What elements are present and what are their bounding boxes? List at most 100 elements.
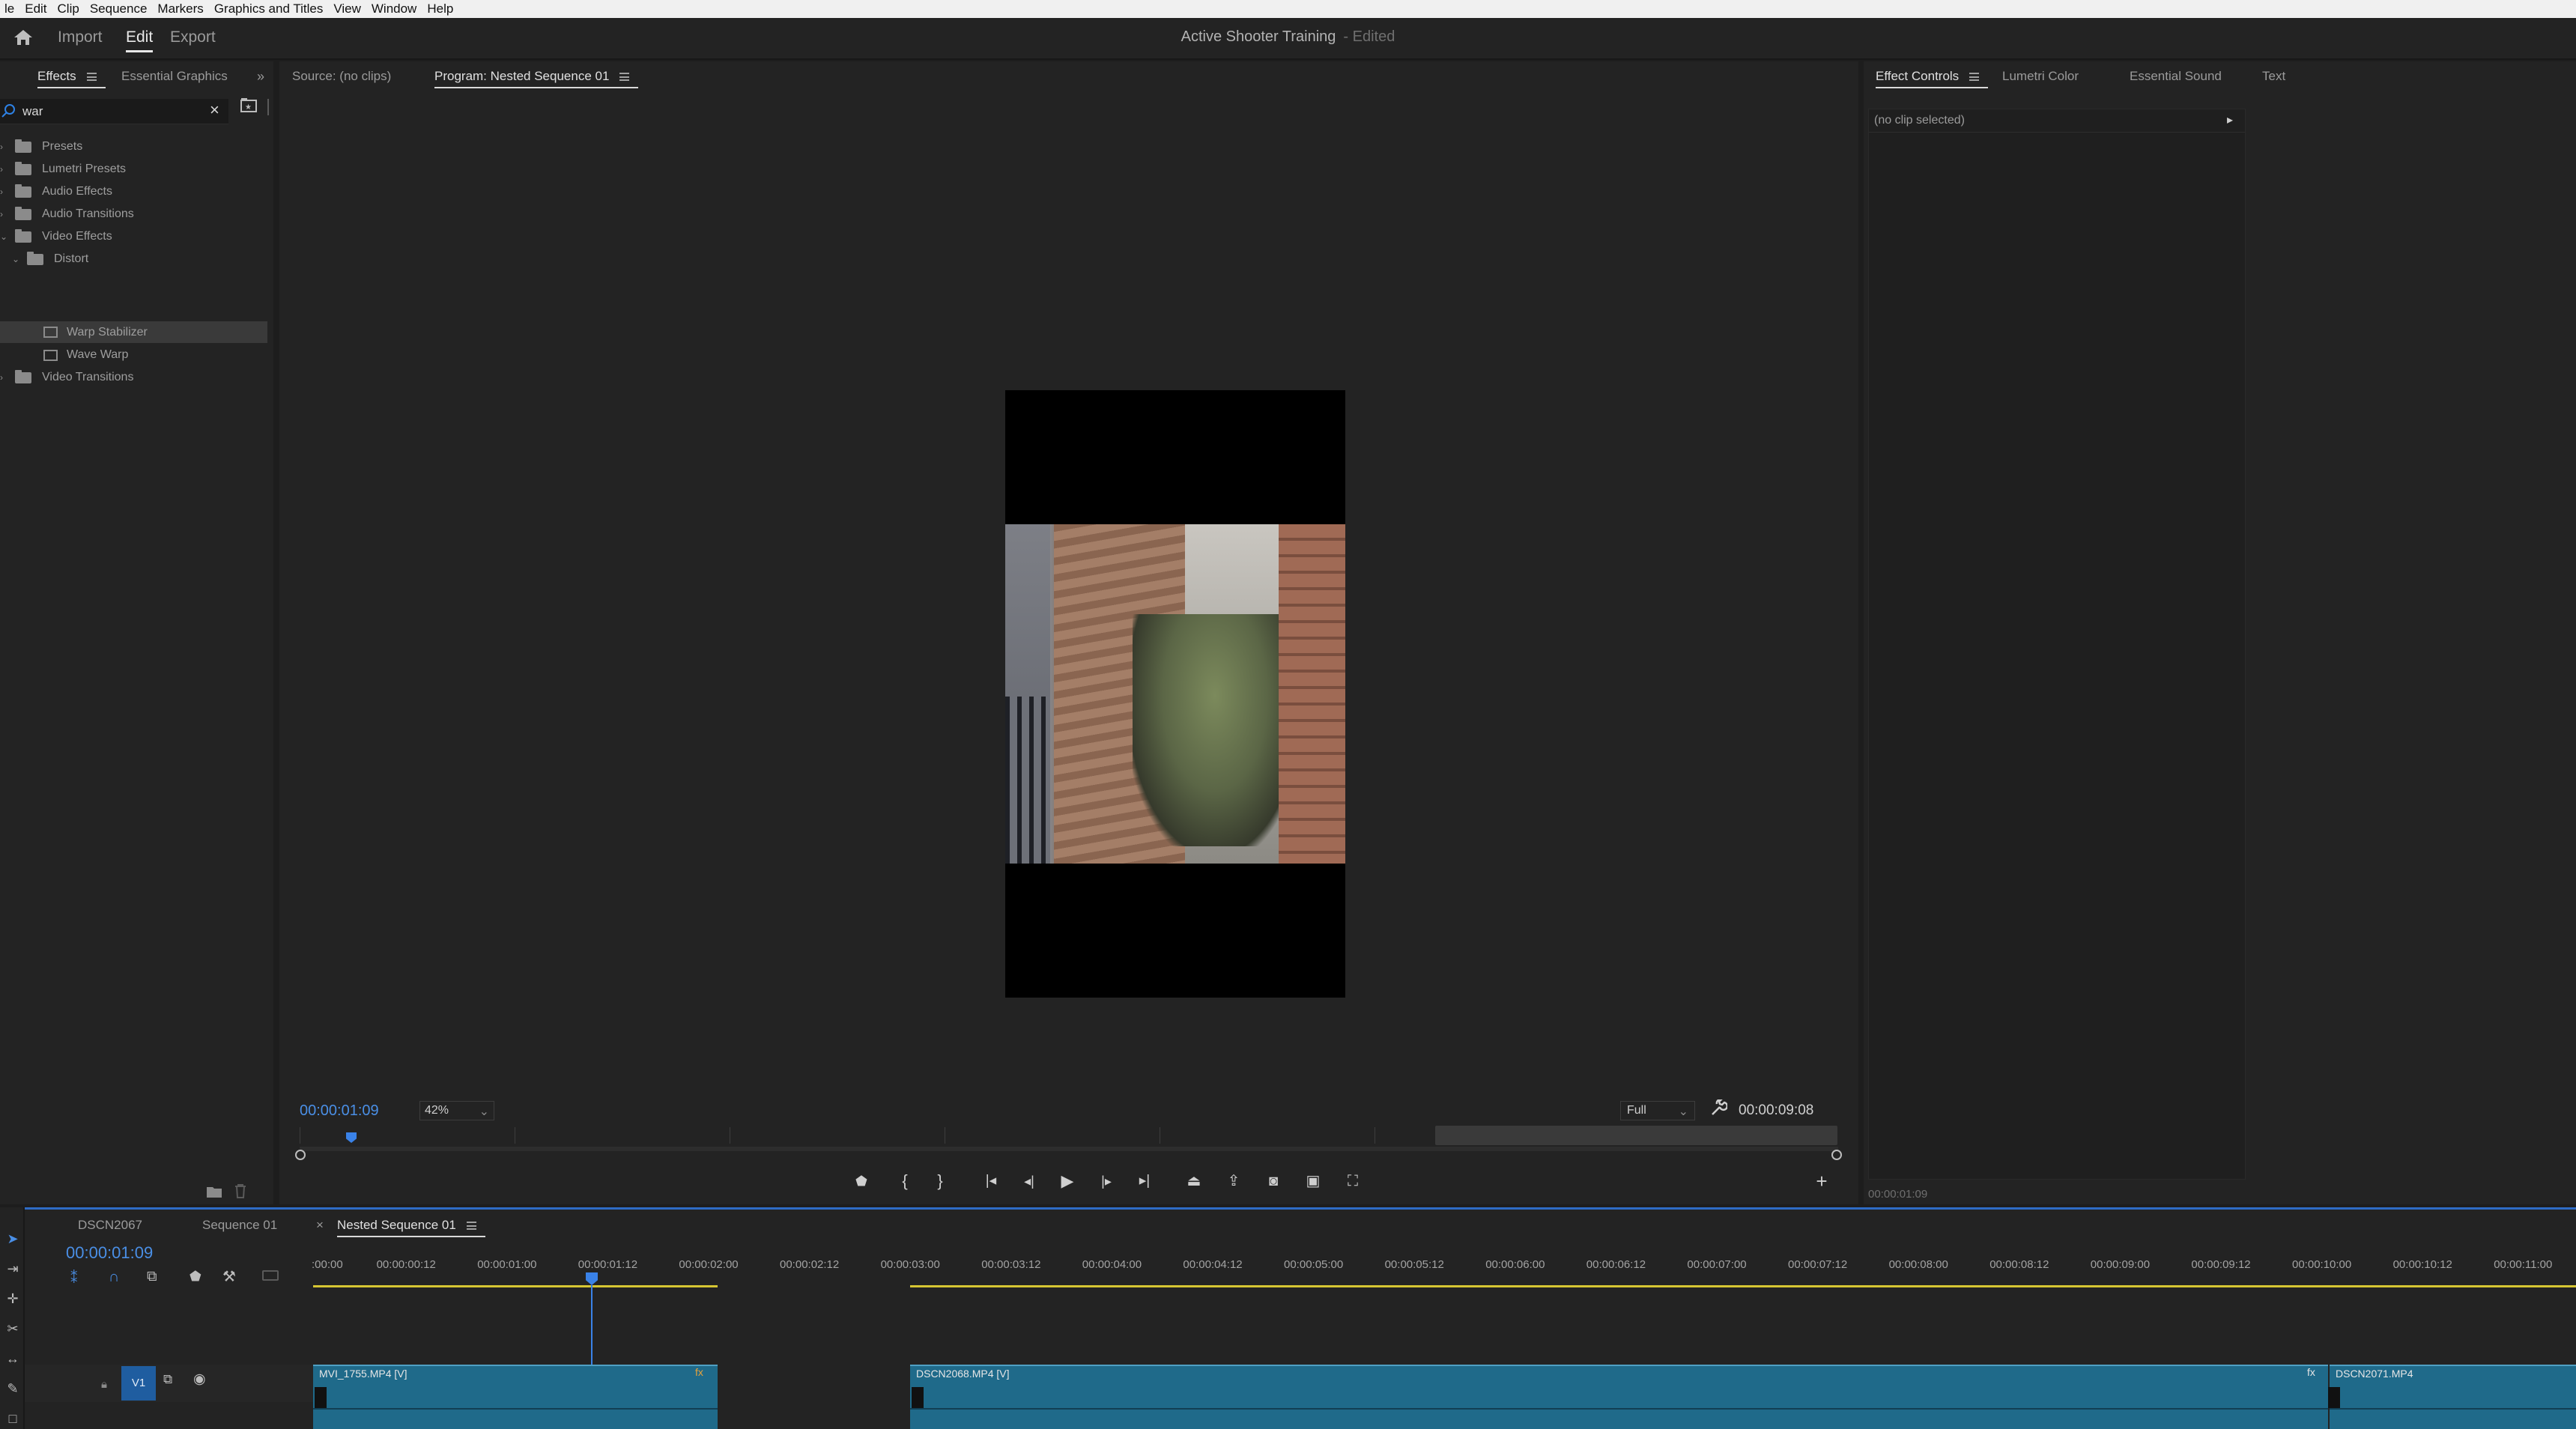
lift-button[interactable]: ⏏	[1184, 1172, 1204, 1190]
timeline-settings-icon[interactable]: ⚒	[222, 1267, 236, 1286]
menu-view[interactable]: View	[329, 1, 367, 16]
eye-icon[interactable]: ◉	[193, 1371, 206, 1388]
mark-out-button[interactable]: }	[930, 1172, 951, 1190]
timeline-timecode[interactable]: 00:00:01:09	[66, 1243, 153, 1263]
menu-sequence[interactable]: Sequence	[85, 1, 154, 16]
workspace-header: Import Edit Export Active Shooter Traini…	[0, 18, 2576, 60]
pen-tool-icon[interactable]: ✎	[5, 1381, 20, 1396]
search-input[interactable]	[22, 102, 210, 121]
scrub-end-handle[interactable]	[1831, 1150, 1842, 1160]
rectangle-tool-icon[interactable]: □	[5, 1411, 20, 1426]
zoom-select[interactable]: 42% ⌄	[419, 1101, 494, 1120]
tab-sequence-01[interactable]: Sequence 01	[202, 1218, 277, 1233]
tools-panel: ➤ ⇥ ✛ ✂ ↔ ✎ □	[0, 1207, 25, 1429]
chevron-down-icon: ⌄	[0, 231, 8, 242]
trash-icon[interactable]	[234, 1183, 247, 1198]
tree-item-audio-transitions[interactable]: › Audio Transitions	[0, 203, 134, 225]
tree-item-distort[interactable]: ⌄ Distort	[12, 248, 88, 270]
expand-arrow-icon[interactable]: ▸	[2227, 112, 2233, 127]
chevron-right-icon: ›	[0, 372, 3, 383]
tab-source-monitor[interactable]: Source: (no clips)	[292, 69, 391, 84]
add-marker-icon[interactable]: ⬟	[190, 1269, 201, 1284]
wrench-icon[interactable]	[1709, 1099, 1727, 1117]
overflow-icon[interactable]: »	[257, 69, 264, 85]
monitor-scrub-track[interactable]	[300, 1147, 1838, 1151]
track-select-tool-icon[interactable]: ⇥	[5, 1261, 20, 1276]
track-divider	[2330, 1408, 2576, 1410]
new-folder-icon[interactable]	[206, 1185, 222, 1198]
go-to-out-button[interactable]: ▸|	[1134, 1172, 1155, 1190]
tree-item-label: Wave Warp	[67, 348, 129, 361]
effects-tabs: Effects Essential Graphics »	[0, 69, 273, 91]
selection-tool-icon[interactable]: ➤	[5, 1231, 20, 1246]
tab-effects[interactable]: Effects	[37, 69, 106, 88]
panel-menu-icon[interactable]	[619, 73, 630, 82]
ruler-tick-label: 00:00:06:00	[1485, 1258, 1545, 1271]
tab-nested-sequence[interactable]: Nested Sequence 01	[337, 1218, 485, 1237]
tab-essential-sound[interactable]: Essential Sound	[2130, 69, 2222, 84]
clip-dscn2071[interactable]: DSCN2071.MP4	[2328, 1365, 2576, 1429]
razor-tool-icon[interactable]: ✂	[5, 1321, 20, 1336]
snap-icon[interactable]: ∩	[109, 1269, 119, 1286]
scrub-start-handle[interactable]	[295, 1150, 306, 1160]
program-timecode[interactable]: 00:00:01:09	[300, 1102, 379, 1120]
sync-lock-icon[interactable]: ⧉	[163, 1372, 172, 1387]
linked-selection-icon[interactable]: ⧉	[147, 1269, 157, 1285]
ruler-tick-label: 00:00:03:12	[981, 1258, 1041, 1271]
panel-menu-icon[interactable]	[466, 1222, 476, 1231]
vr-video-button[interactable]: ⛶	[1342, 1172, 1363, 1190]
tab-dscn2067[interactable]: DSCN2067	[78, 1218, 142, 1233]
timeline-ruler[interactable]: :00:00 00:00:00:12 00:00:01:00 00:00:01:12 0…	[312, 1252, 2576, 1282]
track-target-v1[interactable]: V1	[121, 1366, 156, 1401]
mark-in-button[interactable]: {	[894, 1172, 915, 1190]
slip-tool-icon[interactable]: ↔	[5, 1351, 20, 1366]
tab-essential-graphics[interactable]: Essential Graphics	[121, 69, 228, 84]
clip-dscn2068[interactable]: DSCN2068.MP4 [V] fx	[910, 1365, 2328, 1429]
button-editor-add-icon[interactable]: +	[1811, 1171, 1832, 1191]
menu-clip[interactable]: Clip	[53, 1, 85, 16]
captions-icon[interactable]	[262, 1270, 279, 1281]
tree-item-warp-stabilizer[interactable]: Warp Stabilizer	[43, 321, 148, 343]
menu-graphics[interactable]: Graphics and Titles	[210, 1, 330, 16]
menu-help[interactable]: Help	[422, 1, 459, 16]
tree-item-video-transitions[interactable]: › Video Transitions	[0, 366, 133, 389]
chevron-right-icon: ›	[0, 142, 3, 152]
panel-menu-icon[interactable]	[86, 73, 97, 82]
program-video-frame[interactable]	[1005, 390, 1345, 998]
go-to-in-button[interactable]: |◂	[981, 1172, 1001, 1190]
menu-file[interactable]: le	[0, 1, 20, 16]
resolution-select[interactable]: Full ⌄	[1620, 1101, 1695, 1120]
ruler-tick-label: 00:00:05:00	[1284, 1258, 1344, 1271]
comparison-view-button[interactable]: ▣	[1303, 1172, 1324, 1190]
menu-edit[interactable]: Edit	[20, 1, 52, 16]
tab-program-monitor[interactable]: Program: Nested Sequence 01	[434, 69, 639, 88]
panel-menu-icon[interactable]	[1969, 73, 1980, 82]
ripple-edit-tool-icon[interactable]: ✛	[5, 1291, 20, 1306]
tab-lumetri-color[interactable]: Lumetri Color	[2002, 69, 2079, 84]
monitor-zoom-bar[interactable]	[1435, 1126, 1837, 1145]
tab-text[interactable]: Text	[2262, 69, 2285, 84]
new-bin-icon[interactable]: ★	[240, 97, 258, 113]
lock-icon[interactable]: 🔒︎	[101, 1378, 107, 1391]
ruler-tick-label: 00:00:00:12	[376, 1258, 436, 1271]
step-forward-button[interactable]: |▸	[1096, 1172, 1117, 1190]
play-button[interactable]: ▶	[1057, 1172, 1078, 1190]
tree-item-video-effects[interactable]: ⌄ Video Effects	[0, 225, 112, 248]
tree-item-wave-warp[interactable]: Wave Warp	[43, 344, 128, 366]
tree-item-presets[interactable]: › Presets	[0, 136, 82, 158]
tab-effect-controls[interactable]: Effect Controls	[1876, 69, 1989, 88]
add-marker-button[interactable]: ⬟	[851, 1172, 872, 1190]
extract-button[interactable]: ⇪	[1223, 1172, 1244, 1190]
menu-window[interactable]: Window	[367, 1, 422, 16]
menu-markers[interactable]: Markers	[153, 1, 209, 16]
ruler-tick-label: 00:00:10:00	[2292, 1258, 2352, 1271]
step-back-button[interactable]: ◂|	[1019, 1172, 1040, 1190]
camera-icon[interactable]: ◙	[1263, 1172, 1284, 1190]
clear-search-icon[interactable]: ×	[210, 100, 219, 120]
tree-item-lumetri-presets[interactable]: › Lumetri Presets	[0, 158, 126, 180]
tree-item-audio-effects[interactable]: › Audio Effects	[0, 180, 112, 203]
project-title: Active Shooter Training - Edited	[0, 28, 2576, 46]
nest-toggle-icon[interactable]: ⁑	[70, 1270, 78, 1287]
clip-mvi-1755[interactable]: MVI_1755.MP4 [V] fx	[313, 1365, 718, 1429]
close-tab-icon[interactable]: ×	[316, 1218, 324, 1233]
